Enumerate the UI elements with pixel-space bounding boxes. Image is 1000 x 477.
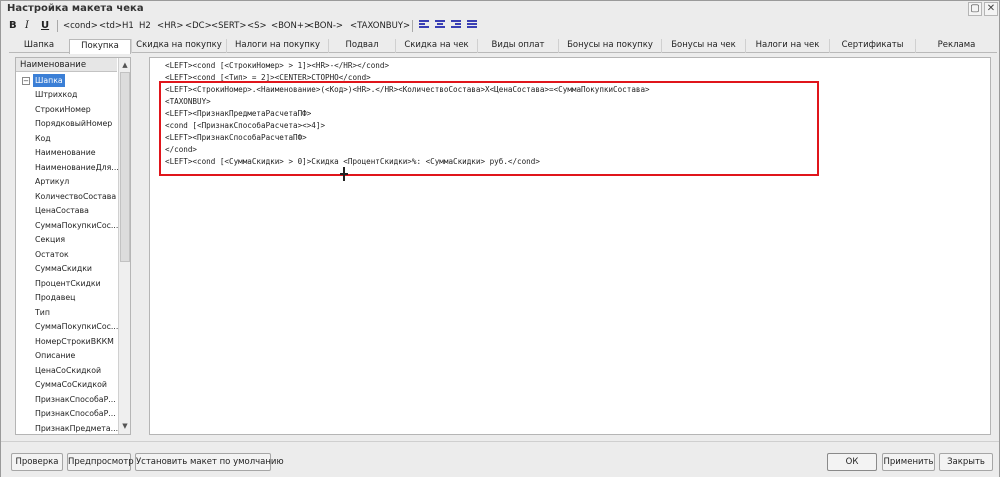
tree-item[interactable]: Секция <box>35 233 65 246</box>
tree-item[interactable]: СтрокиНомер <box>35 103 91 116</box>
align-right-icon[interactable] <box>451 20 461 31</box>
restore-icon[interactable]: ▢ <box>968 2 982 16</box>
window-title: Настройка макета чека <box>7 3 144 14</box>
tag-hr-button[interactable]: <HR> <box>157 19 184 33</box>
tree-item[interactable]: ПризнакПредмета... <box>35 422 118 435</box>
text-cursor-icon <box>340 167 348 181</box>
tag-cond-button[interactable]: <cond> <box>63 19 98 33</box>
toolbar-separator <box>57 20 58 32</box>
tree-item[interactable]: СуммаПокупкиСос... <box>35 320 118 333</box>
tree-item-root[interactable]: Шапка <box>33 74 65 87</box>
tree-item[interactable]: СуммаПокупкиСос... <box>35 219 118 232</box>
tree-item[interactable]: ПроцентСкидки <box>35 277 101 290</box>
field-tree-panel: Наименование − Шапка Штрихкод СтрокиНоме… <box>15 57 131 435</box>
italic-button[interactable]: I <box>25 19 29 33</box>
tab-reklama[interactable]: Реклама <box>915 39 997 53</box>
bold-button[interactable]: B <box>9 19 17 33</box>
toolbar-separator <box>412 20 413 32</box>
tree-item[interactable]: ПорядковыйНомер <box>35 117 112 130</box>
tree-item[interactable]: КоличествоСостава <box>35 190 116 203</box>
scroll-down-icon[interactable]: ▼ <box>119 420 130 432</box>
bottom-button-bar: Проверка Предпросмотр Установить макет п… <box>1 441 999 477</box>
tree-node-shapka[interactable]: − Шапка <box>16 74 117 87</box>
tree-item[interactable]: ЦенаСоСкидкой <box>35 364 101 377</box>
tag-dc-button[interactable]: <DC> <box>185 19 212 33</box>
tree-item[interactable]: ПризнакСпособаР... <box>35 407 116 420</box>
tab-podval[interactable]: Подвал <box>328 39 395 53</box>
ok-button[interactable]: ОК <box>827 453 877 471</box>
tag-bon-plus-button[interactable]: <BON+> <box>271 19 311 33</box>
tree-toggle-icon[interactable]: − <box>22 77 30 85</box>
tree-item[interactable]: Артикул <box>35 175 69 188</box>
tag-sert-button[interactable]: <SERT> <box>211 19 247 33</box>
section-tabs: Шапка Покупка Скидка на покупку Налоги н… <box>9 39 997 54</box>
scrollbar-thumb[interactable] <box>120 72 130 262</box>
tag-bon-minus-button[interactable]: <BON-> <box>307 19 343 33</box>
align-center-icon[interactable] <box>435 20 445 31</box>
tree-item[interactable]: СуммаСоСкидкой <box>35 378 107 391</box>
tag-taxonbuy-button[interactable]: <TAXONBUY> <box>350 19 410 33</box>
tab-pokupka[interactable]: Покупка <box>69 39 131 54</box>
tree-item[interactable]: Штрихкод <box>35 88 77 101</box>
align-left-icon[interactable] <box>419 20 429 31</box>
tree-item[interactable]: Продавец <box>35 291 75 304</box>
receipt-layout-window: Настройка макета чека ▢ ✕ B I U <cond> <… <box>0 0 1000 477</box>
tree-item[interactable]: СуммаСкидки <box>35 262 92 275</box>
set-default-layout-button[interactable]: Установить макет по умолчанию <box>135 453 284 471</box>
apply-button[interactable]: Применить <box>882 453 935 471</box>
tab-bonusy-na-pokupku[interactable]: Бонусы на покупку <box>558 39 661 53</box>
tree-item[interactable]: ПризнакСпособаР... <box>35 393 116 406</box>
check-button[interactable]: Проверка <box>11 453 63 471</box>
tree-item[interactable]: Описание <box>35 349 75 362</box>
highlight-annotation-box <box>159 81 819 176</box>
tree-item[interactable]: ЦенаСостава <box>35 204 89 217</box>
tree-item[interactable]: Наименование <box>35 146 96 159</box>
close-button[interactable]: Закрыть <box>939 453 993 471</box>
tab-sertifikaty[interactable]: Сертификаты <box>829 39 915 53</box>
tab-nalogi-na-pokupku[interactable]: Налоги на покупку <box>226 39 328 53</box>
align-justify-icon[interactable] <box>467 20 477 31</box>
template-editor[interactable]: <LEFT><cond [<СтрокиНомер> > 1]><HR>-</H… <box>149 57 991 435</box>
tag-s-button[interactable]: <S> <box>247 19 267 33</box>
tag-h2-button[interactable]: H2 <box>139 19 151 33</box>
tag-td-button[interactable]: <td> <box>99 19 122 33</box>
close-icon[interactable]: ✕ <box>984 2 998 16</box>
tab-skidka-na-chek[interactable]: Скидка на чек <box>395 39 477 53</box>
tree-item[interactable]: НомерСтрокиВККМ <box>35 335 114 348</box>
field-tree-header: Наименование <box>16 58 117 72</box>
tree-item[interactable]: Код <box>35 132 51 145</box>
tree-item[interactable]: Остаток <box>35 248 69 261</box>
preview-button[interactable]: Предпросмотр <box>67 453 134 471</box>
tree-item[interactable]: Тип <box>35 306 50 319</box>
tab-nalogi-na-chek[interactable]: Налоги на чек <box>745 39 829 53</box>
field-tree-scrollbar[interactable]: ▲ ▼ <box>118 58 130 434</box>
tab-skidka-na-pokupku[interactable]: Скидка на покупку <box>131 39 226 53</box>
scroll-up-icon[interactable]: ▲ <box>119 59 130 71</box>
format-toolbar: B I U <cond> <td> H1 H2 <HR> <DC> <SERT>… <box>5 17 997 35</box>
tab-vidy-oplat[interactable]: Виды оплат <box>477 39 558 53</box>
code-line[interactable]: <LEFT><cond [<СтрокиНомер> > 1]><HR>-</H… <box>165 60 389 72</box>
title-bar: Настройка макета чека ▢ ✕ <box>1 1 999 17</box>
underline-button[interactable]: U <box>41 19 49 33</box>
tab-shapka[interactable]: Шапка <box>9 39 69 53</box>
tag-h1-button[interactable]: H1 <box>122 19 134 33</box>
tab-bonusy-na-chek[interactable]: Бонусы на чек <box>661 39 745 53</box>
tree-item[interactable]: НаименованиеДля... <box>35 161 119 174</box>
